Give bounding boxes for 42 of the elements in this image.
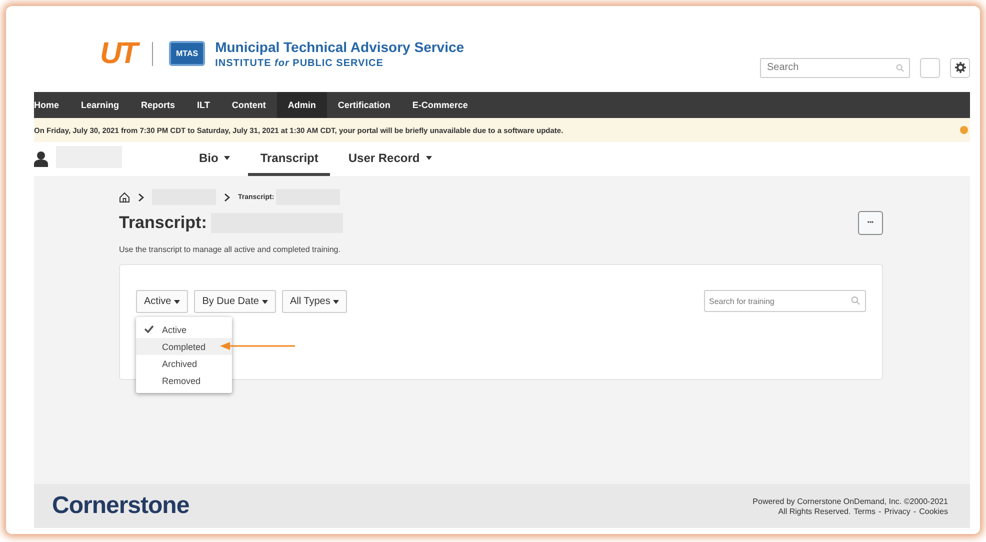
footer-link[interactable]: Privacy bbox=[884, 506, 910, 516]
home-icon[interactable] bbox=[119, 192, 130, 202]
caret-icon bbox=[333, 300, 340, 304]
profile-tab[interactable]: Bio bbox=[187, 142, 242, 176]
menu-item[interactable]: Completed bbox=[136, 338, 232, 355]
rights-text: All Rights Reserved. bbox=[778, 506, 851, 516]
nav-item[interactable]: E-Commerce bbox=[401, 92, 479, 118]
chevron-icon bbox=[224, 192, 230, 202]
settings-icon[interactable] bbox=[954, 62, 966, 73]
org-title: Municipal Technical Advisory Service bbox=[215, 38, 464, 54]
caret-icon bbox=[174, 300, 180, 304]
nav-item[interactable]: Admin bbox=[276, 92, 327, 118]
nav-item[interactable]: Home bbox=[34, 92, 70, 118]
mtas-badge: MTAS bbox=[169, 41, 206, 66]
profile-tab[interactable]: User Record bbox=[336, 142, 444, 176]
nav-item[interactable]: Reports bbox=[130, 92, 186, 118]
copyright-text: Powered by Cornerstone OnDemand, Inc. ©2000-2021 bbox=[752, 496, 948, 506]
search-icon bbox=[896, 64, 904, 72]
separator: - bbox=[913, 506, 916, 516]
separator: - bbox=[878, 506, 882, 516]
footer-link[interactable]: Cookies bbox=[919, 506, 948, 516]
training-search-field[interactable]: Search for training bbox=[704, 290, 866, 312]
filter-dropdown[interactable]: By Due Date bbox=[194, 290, 276, 313]
search-field[interactable]: Search bbox=[760, 58, 910, 78]
user-icon bbox=[34, 151, 48, 167]
nav-item[interactable]: ILT bbox=[186, 92, 221, 118]
footer-link[interactable]: Terms bbox=[854, 506, 876, 516]
menu-item[interactable]: Active bbox=[136, 321, 232, 338]
nav-item[interactable]: Certification bbox=[326, 92, 402, 118]
org-subtitle: INSTITUTE for PUBLIC SERVICE bbox=[215, 58, 384, 68]
menu-item[interactable]: Archived bbox=[136, 355, 232, 372]
filter-dropdown[interactable]: Active bbox=[136, 290, 188, 313]
nav-item[interactable]: Content bbox=[220, 92, 277, 118]
cornerstone-logo: Cornerstone bbox=[52, 492, 190, 520]
filter-dropdown[interactable]: All Types bbox=[282, 290, 348, 313]
menu-item[interactable]: Removed bbox=[136, 372, 232, 389]
chevron-icon bbox=[138, 192, 144, 202]
page-title: Transcript: bbox=[119, 213, 207, 233]
caret-icon bbox=[262, 300, 268, 304]
search-icon bbox=[851, 296, 860, 305]
nav-item[interactable]: Learning bbox=[70, 92, 130, 118]
page-description: Use the transcript to manage all active and completed training. bbox=[119, 245, 342, 254]
